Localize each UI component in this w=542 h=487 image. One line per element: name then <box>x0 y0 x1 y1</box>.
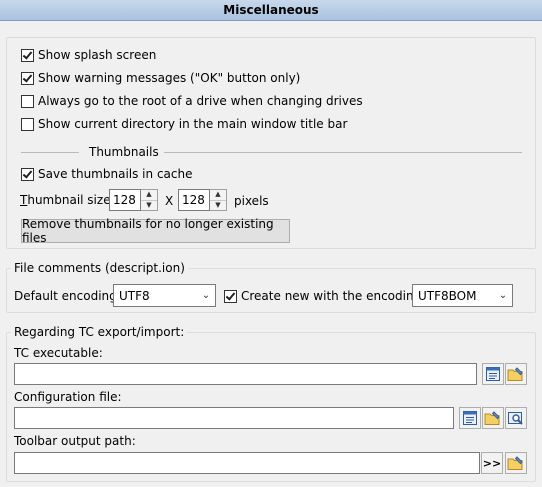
checkbox-show-splash[interactable]: Show splash screen <box>21 46 156 64</box>
configuration-file-label: Configuration file: <box>14 390 122 404</box>
tc-executable-label: TC executable: <box>14 346 103 360</box>
checkbox-label: Show warning messages ("OK" button only) <box>38 71 301 85</box>
export-import-legend: Regarding TC export/import: <box>11 325 188 339</box>
checkbox-label: Show splash screen <box>38 48 157 62</box>
create-new-encoding-value: UTF8BOM <box>418 288 477 303</box>
folder-search-icon <box>508 412 523 425</box>
panel-title-bar: Miscellaneous <box>0 0 542 21</box>
configuration-file-search-button[interactable] <box>505 407 527 429</box>
checkbox-box[interactable] <box>21 71 34 85</box>
chevron-down-icon: ⌄ <box>498 290 508 301</box>
tc-executable-list-button[interactable] <box>482 363 504 385</box>
list-view-icon <box>463 411 477 425</box>
thumbnail-width-spinner[interactable]: 128 ▲ ▼ <box>109 189 158 211</box>
list-view-icon <box>486 367 500 381</box>
arrows-label: >> <box>482 456 502 470</box>
checkbox-box[interactable] <box>21 117 34 131</box>
toolbar-output-arrows-button[interactable]: >> <box>481 452 503 474</box>
checkbox-label: Create new with the encoding: <box>241 289 426 303</box>
toolbar-output-browse-button[interactable] <box>505 452 527 474</box>
spinner-arrows[interactable]: ▲ ▼ <box>210 189 227 211</box>
folder-edit-icon <box>507 456 523 470</box>
thumbnails-separator-left <box>21 152 79 153</box>
checkbox-box[interactable] <box>224 289 237 303</box>
checkbox-label: Show current directory in the main windo… <box>38 117 348 131</box>
thumbnails-separator-right <box>164 152 522 153</box>
remove-thumbnails-label: Remove thumbnails for no longer existing… <box>22 217 274 245</box>
checkbox-create-new-encoding[interactable]: Create new with the encoding: <box>224 287 425 305</box>
thumbnail-size-label-rest: humbnail size: <box>27 193 115 207</box>
folder-edit-icon <box>507 367 523 381</box>
spinner-arrows[interactable]: ▲ ▼ <box>141 189 158 211</box>
checkbox-label: Save thumbnails in cache <box>38 167 193 181</box>
toolbar-output-path-input[interactable] <box>14 452 480 474</box>
thumbnail-unit-label: pixels <box>234 194 269 208</box>
thumbnail-x-label: X <box>165 194 174 208</box>
configuration-file-list-button[interactable] <box>459 407 481 429</box>
thumbnails-heading: Thumbnails <box>89 145 159 159</box>
checkbox-go-to-root[interactable]: Always go to the root of a drive when ch… <box>21 92 363 110</box>
chevron-down-icon: ⌄ <box>201 290 211 301</box>
default-encoding-value: UTF8 <box>119 288 150 303</box>
checkbox-box[interactable] <box>21 48 34 62</box>
thumbnail-height-value[interactable]: 128 <box>178 189 210 211</box>
spin-up-icon[interactable]: ▲ <box>141 190 157 200</box>
checkbox-label: Always go to the root of a drive when ch… <box>38 94 363 108</box>
tc-executable-input[interactable] <box>14 363 477 385</box>
thumbnail-width-value[interactable]: 128 <box>109 189 141 211</box>
panel-title: Miscellaneous <box>223 3 319 17</box>
file-comments-legend: File comments (descript.ion) <box>11 261 188 275</box>
checkbox-show-current-dir[interactable]: Show current directory in the main windo… <box>21 115 347 133</box>
remove-thumbnails-button[interactable]: Remove thumbnails for no longer existing… <box>21 217 290 245</box>
checkbox-show-warnings[interactable]: Show warning messages ("OK" button only) <box>21 69 300 87</box>
spin-down-icon[interactable]: ▼ <box>141 199 157 211</box>
spin-down-icon[interactable]: ▼ <box>210 199 226 211</box>
thumbnail-size-label: Thumbnail size: <box>20 193 115 207</box>
checkbox-box[interactable] <box>21 167 34 181</box>
spin-up-icon[interactable]: ▲ <box>210 190 226 200</box>
default-encoding-label: Default encoding: <box>14 289 121 303</box>
tc-executable-browse-button[interactable] <box>505 363 527 385</box>
folder-edit-icon <box>484 411 500 425</box>
toolbar-output-path-label: Toolbar output path: <box>14 434 136 448</box>
create-new-encoding-select[interactable]: UTF8BOM ⌄ <box>412 284 513 307</box>
default-encoding-select[interactable]: UTF8 ⌄ <box>113 284 216 307</box>
checkbox-save-thumbnails[interactable]: Save thumbnails in cache <box>21 165 192 183</box>
configuration-file-browse-button[interactable] <box>482 407 504 429</box>
checkbox-box[interactable] <box>21 94 34 108</box>
configuration-file-input[interactable] <box>14 407 454 429</box>
thumbnail-height-spinner[interactable]: 128 ▲ ▼ <box>178 189 227 211</box>
